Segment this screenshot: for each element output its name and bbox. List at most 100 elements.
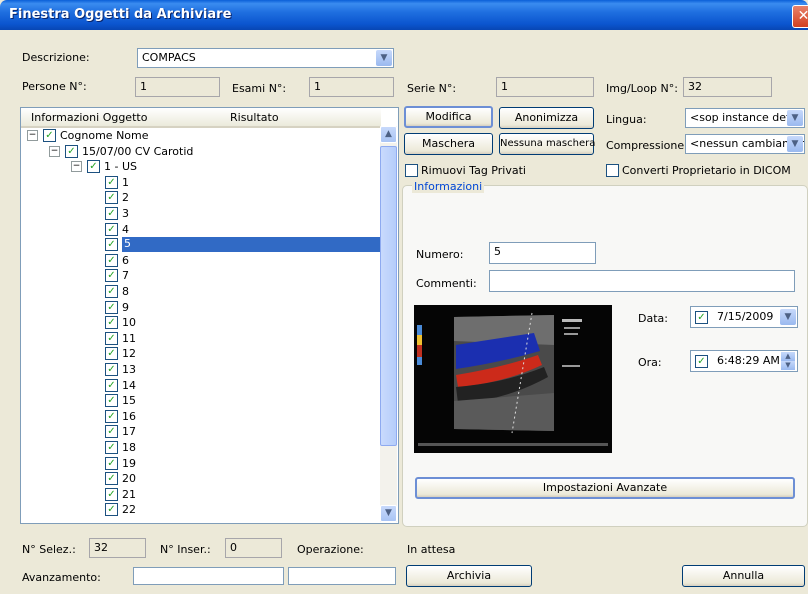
tree-item-label: 1 - US xyxy=(104,160,137,174)
tree-checkbox[interactable]: ✓ xyxy=(105,347,118,361)
tree-item-label: 17 xyxy=(122,425,136,439)
tree-checkbox[interactable]: ✓ xyxy=(105,363,118,376)
rimuovi-tag-checkbox[interactable] xyxy=(405,164,418,177)
ultrasound-graphic xyxy=(414,305,612,453)
chevron-down-icon[interactable]: ▼ xyxy=(376,50,392,66)
esami-field: 1 xyxy=(309,77,394,97)
tree-checkbox[interactable]: ✓ xyxy=(105,472,118,486)
tree-item-label: 3 xyxy=(122,207,129,220)
scroll-down-icon[interactable]: ▼ xyxy=(380,505,397,522)
ultrasound-image xyxy=(414,305,612,453)
tree-header: Informazioni Oggetto Risultato xyxy=(21,108,381,128)
spin-down-icon[interactable]: ▼ xyxy=(781,361,795,370)
tree-item-label: 9 xyxy=(122,300,129,314)
tree-checkbox[interactable]: ✓ xyxy=(87,160,100,174)
impostazioni-avanzate-button[interactable]: Impostazioni Avanzate xyxy=(415,477,795,499)
tree-checkbox[interactable]: ✓ xyxy=(105,441,118,454)
collapse-icon[interactable]: − xyxy=(49,145,60,157)
tree-checkbox[interactable]: ✓ xyxy=(105,487,118,501)
selez-field: 32 xyxy=(89,538,146,558)
collapse-icon[interactable]: − xyxy=(71,161,82,173)
nessuna-maschera-button[interactable]: Nessuna maschera xyxy=(499,133,595,155)
spin-up-icon[interactable]: ▲ xyxy=(781,352,795,361)
tree-item-label: 6 xyxy=(122,253,129,267)
tree-scrollbar[interactable]: ▲ ▼ xyxy=(380,126,397,522)
tree-item-label: Cognome Nome xyxy=(60,129,149,142)
tree-checkbox[interactable]: ✓ xyxy=(105,425,118,439)
data-picker[interactable]: ✓ 7/15/2009 ▼ xyxy=(690,306,798,328)
tree-item-label: 16 xyxy=(122,409,136,423)
tree-item-label: 14 xyxy=(122,378,136,392)
inser-field: 0 xyxy=(225,538,282,558)
ora-value: 6:48:29 AM xyxy=(717,354,780,367)
chevron-down-icon[interactable]: ▼ xyxy=(787,136,803,152)
descrizione-combo[interactable]: COMPACS ▼ xyxy=(137,48,394,68)
maschera-button[interactable]: Maschera xyxy=(404,133,493,155)
ora-enabled-checkbox[interactable]: ✓ xyxy=(695,355,708,368)
scroll-up-icon[interactable]: ▲ xyxy=(380,126,397,143)
object-tree[interactable]: Informazioni Oggetto Risultato − ✓ Cognome… xyxy=(20,107,399,524)
tree-checkbox[interactable]: ✓ xyxy=(105,409,118,423)
progress-bar-2 xyxy=(288,567,396,585)
tree-item-label: 20 xyxy=(122,472,136,486)
descrizione-value: COMPACS xyxy=(142,51,196,64)
operazione-status: In attesa xyxy=(407,543,456,556)
tree-checkbox[interactable]: ✓ xyxy=(105,300,118,314)
chevron-down-icon[interactable]: ▼ xyxy=(787,110,803,126)
tree-checkbox[interactable]: ✓ xyxy=(105,207,118,220)
tree-item-label: 15 xyxy=(122,394,136,408)
tree-checkbox[interactable]: ✓ xyxy=(105,503,118,517)
tree-checkbox[interactable]: ✓ xyxy=(105,269,118,283)
tree-checkbox[interactable]: ✓ xyxy=(105,253,118,267)
avanzamento-label: Avanzamento: xyxy=(22,571,101,584)
tree-checkbox[interactable]: ✓ xyxy=(105,222,118,236)
tree-item-label: 7 xyxy=(122,269,129,283)
tree-checkbox[interactable]: ✓ xyxy=(105,378,118,392)
tree-item-label: 10 xyxy=(122,316,136,330)
tree-item-label: 1 xyxy=(122,175,129,189)
collapse-icon[interactable]: − xyxy=(27,130,38,141)
archivia-button[interactable]: Archivia xyxy=(406,565,532,587)
tree-checkbox[interactable]: ✓ xyxy=(105,191,118,205)
tree-item-label: 18 xyxy=(122,441,136,454)
tree-checkbox[interactable]: ✓ xyxy=(105,316,118,330)
selez-label: N° Selez.: xyxy=(22,543,76,556)
tree-item-label: 22 xyxy=(122,503,136,517)
data-value: 7/15/2009 xyxy=(717,310,774,323)
close-button[interactable]: ✕ xyxy=(792,5,808,28)
tree-checkbox[interactable]: ✓ xyxy=(105,394,118,408)
tree-checkbox[interactable]: ✓ xyxy=(65,144,78,158)
tree-checkbox[interactable]: ✓ xyxy=(105,285,118,298)
commenti-field[interactable] xyxy=(489,270,795,292)
tree-item-label: 15/07/00 CV Carotid xyxy=(82,144,194,158)
tree-checkbox[interactable]: ✓ xyxy=(105,331,118,345)
img-field: 32 xyxy=(683,77,772,97)
data-dropdown[interactable]: ▼ xyxy=(779,309,796,325)
data-enabled-checkbox[interactable]: ✓ xyxy=(695,311,708,324)
title-bar[interactable]: Finestra Oggetti da Archiviare ✕ xyxy=(0,0,808,30)
chevron-down-icon[interactable]: ▼ xyxy=(780,309,796,325)
anonimizza-button[interactable]: Anonimizza xyxy=(499,107,594,129)
tree-checkbox[interactable]: ✓ xyxy=(43,129,56,142)
tree-item-label: 5 xyxy=(122,237,384,253)
informazioni-title: Informazioni xyxy=(412,180,485,193)
scroll-thumb[interactable] xyxy=(380,146,397,446)
converti-checkbox[interactable] xyxy=(606,164,619,177)
tree-checkbox[interactable]: ✓ xyxy=(105,456,118,470)
ora-picker[interactable]: ✓ 6:48:29 AM ▲ ▼ xyxy=(690,350,798,372)
compressione-combo[interactable]: <nessun cambiamen ▼ xyxy=(685,134,805,154)
tree-checkbox[interactable]: ✓ xyxy=(105,175,118,189)
col-oggetto[interactable]: Informazioni Oggetto xyxy=(31,111,147,124)
commenti-label: Commenti: xyxy=(416,277,477,290)
descrizione-label: Descrizione: xyxy=(22,51,90,64)
annulla-button[interactable]: Annulla xyxy=(682,565,805,587)
col-risultato[interactable]: Risultato xyxy=(230,111,279,124)
tree-item-label: 12 xyxy=(122,347,136,361)
modifica-button[interactable]: Modifica xyxy=(404,106,493,128)
lingua-combo[interactable]: <sop instance defaul ▼ xyxy=(685,108,805,128)
numero-field[interactable]: 5 xyxy=(489,242,596,264)
operazione-label: Operazione: xyxy=(297,543,364,556)
ora-label: Ora: xyxy=(638,356,662,369)
progress-bar-1 xyxy=(133,567,284,585)
tree-checkbox[interactable]: ✓ xyxy=(105,238,118,252)
